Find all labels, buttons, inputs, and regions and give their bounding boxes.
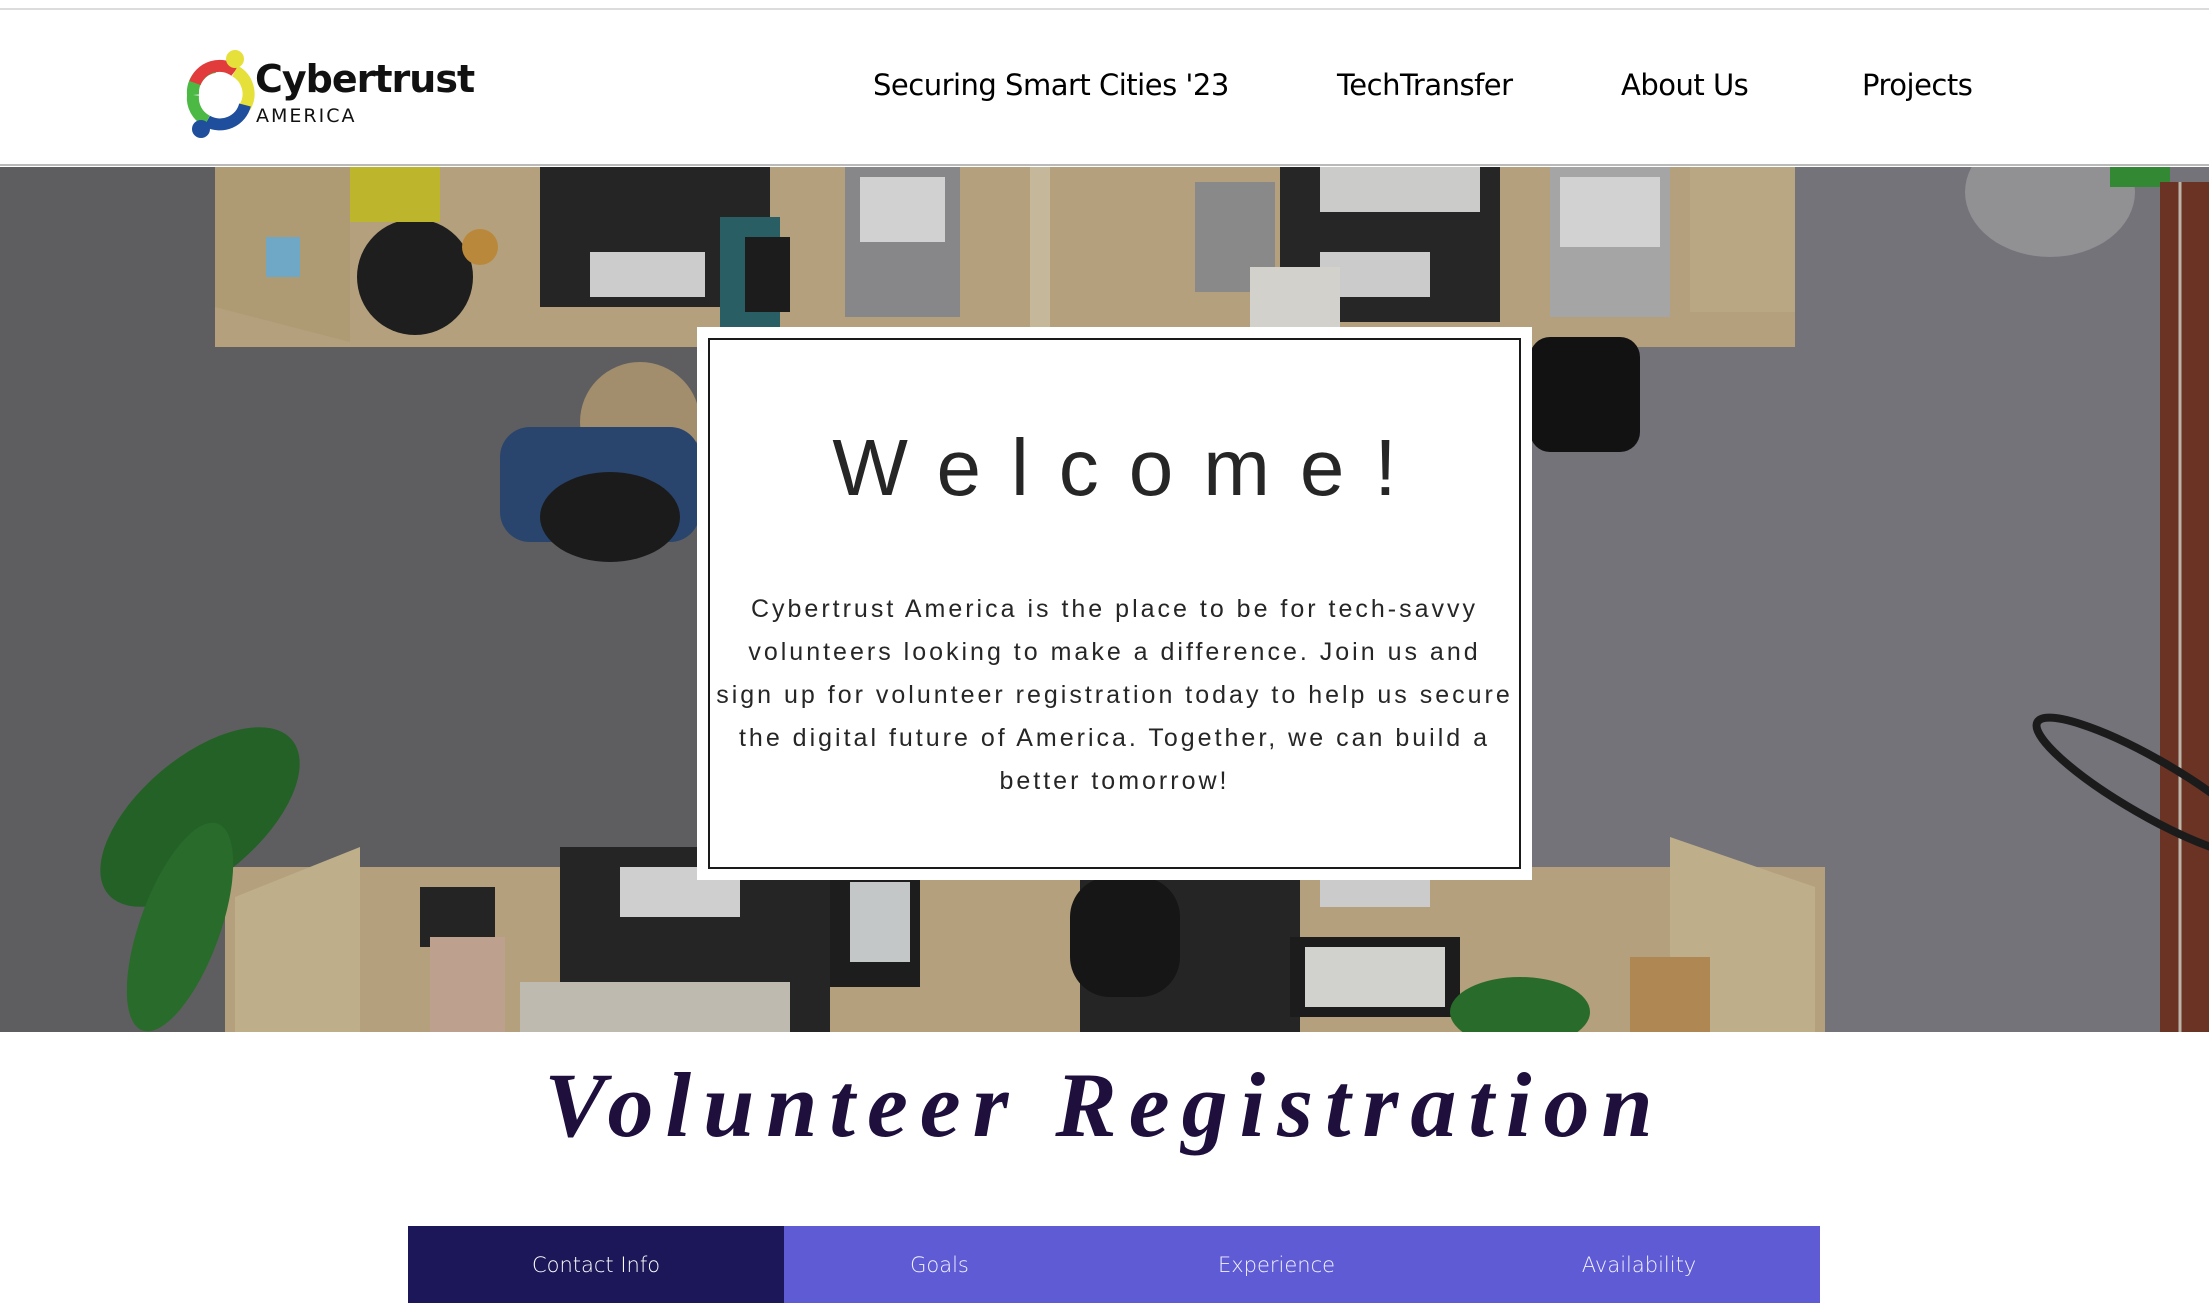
welcome-title: Welcome! bbox=[832, 423, 1427, 512]
browser-top-rule bbox=[0, 0, 2209, 10]
tab-contact-info[interactable]: Contact Info bbox=[408, 1226, 784, 1303]
nav-item-securing-smart-cities[interactable]: Securing Smart Cities '23 bbox=[873, 68, 1229, 102]
main-nav: Securing Smart Cities '23 TechTransfer A… bbox=[0, 68, 2209, 128]
welcome-text: Cybertrust America is the place to be fo… bbox=[716, 595, 1513, 795]
registration-tabs: Contact Info Goals Experience Availabili… bbox=[408, 1226, 1820, 1303]
nav-item-projects[interactable]: Projects bbox=[1862, 68, 1973, 102]
tab-availability[interactable]: Availability bbox=[1458, 1226, 1820, 1303]
site-header: Cybertrust AMERICA Securing Smart Cities… bbox=[0, 10, 2209, 166]
welcome-card: Welcome! Cybertrust America is the place… bbox=[697, 327, 1532, 880]
tab-goals[interactable]: Goals bbox=[784, 1226, 1095, 1303]
nav-item-about-us[interactable]: About Us bbox=[1621, 68, 1749, 102]
welcome-card-border: Welcome! Cybertrust America is the place… bbox=[708, 338, 1521, 869]
nav-item-techtransfer[interactable]: TechTransfer bbox=[1337, 68, 1513, 102]
tab-experience[interactable]: Experience bbox=[1095, 1226, 1458, 1303]
volunteer-registration-title: Volunteer Registration bbox=[544, 1054, 1665, 1156]
